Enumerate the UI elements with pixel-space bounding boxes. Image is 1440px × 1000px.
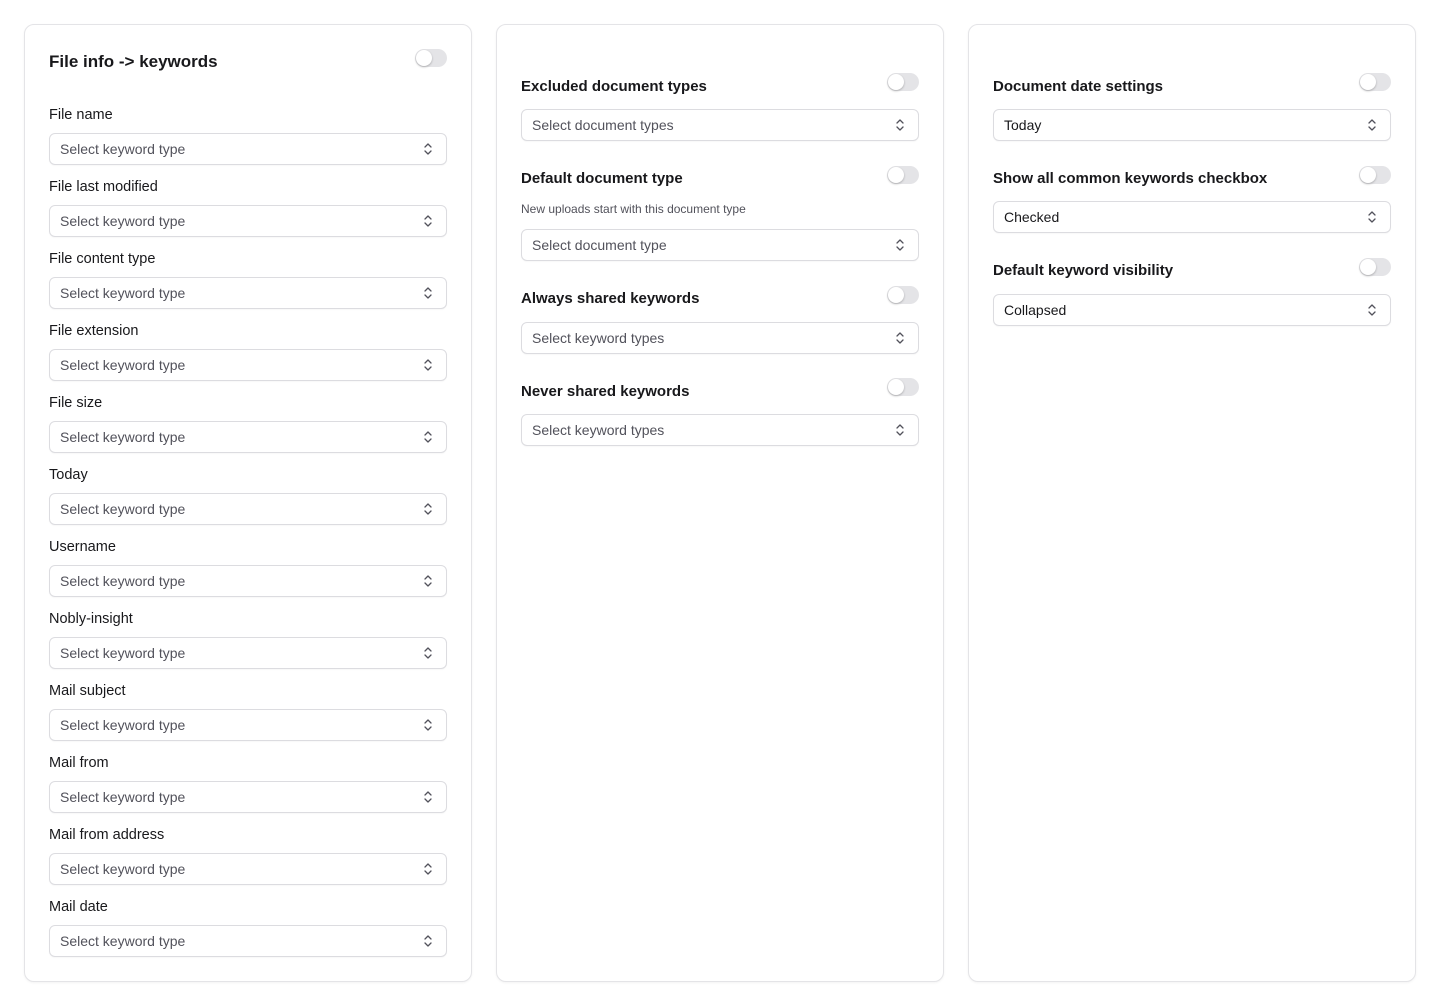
- chevron-up-down-icon: [424, 575, 432, 587]
- field-label-mail-subject: Mail subject: [49, 683, 126, 699]
- file-content-type-select[interactable]: Select keyword type: [49, 277, 447, 309]
- default-keyword-visibility-select[interactable]: Collapsed: [993, 294, 1391, 326]
- section-title-never-shared-keywords: Never shared keywords: [521, 383, 690, 400]
- mail-from-select[interactable]: Select keyword type: [49, 781, 447, 813]
- show-all-common-keywords-checkbox-toggle[interactable]: [1359, 166, 1391, 184]
- file-size-select[interactable]: Select keyword type: [49, 421, 447, 453]
- never-shared-keywords-select[interactable]: Select keyword types: [521, 414, 919, 446]
- section-title-excluded-document-types: Excluded document types: [521, 78, 707, 95]
- select-value: Select keyword type: [60, 141, 186, 157]
- file-info-keywords-card: File info -> keywords File name Select k…: [24, 24, 472, 982]
- chevron-up-down-icon: [424, 647, 432, 659]
- chevron-up-down-icon: [896, 119, 904, 131]
- always-shared-keywords-select[interactable]: Select keyword types: [521, 322, 919, 354]
- excluded-document-types-toggle[interactable]: [887, 73, 919, 91]
- chevron-up-down-icon: [424, 935, 432, 947]
- excluded-document-types-select[interactable]: Select document types: [521, 109, 919, 141]
- chevron-up-down-icon: [896, 239, 904, 251]
- select-value: Collapsed: [1004, 302, 1067, 318]
- chevron-up-down-icon: [424, 359, 432, 371]
- chevron-up-down-icon: [424, 287, 432, 299]
- select-value: Today: [1004, 117, 1042, 133]
- document-date-settings-toggle[interactable]: [1359, 73, 1391, 91]
- section-title-show-all-common-keywords-checkbox: Show all common keywords checkbox: [993, 170, 1268, 187]
- chevron-up-down-icon: [424, 215, 432, 227]
- field-label-file-extension: File extension: [49, 323, 139, 339]
- section-title-default-document-type: Default document type: [521, 170, 683, 187]
- select-value: Select keyword type: [60, 501, 186, 517]
- chevron-up-down-icon: [424, 863, 432, 875]
- default-keyword-visibility-toggle[interactable]: [1359, 258, 1391, 276]
- chevron-up-down-icon: [1368, 211, 1376, 223]
- toggle-knob: [1360, 74, 1376, 90]
- select-value: Select keyword type: [60, 717, 186, 733]
- select-value: Select keyword type: [60, 213, 186, 229]
- mail-date-select[interactable]: Select keyword type: [49, 925, 447, 957]
- section-title-always-shared-keywords: Always shared keywords: [521, 290, 700, 307]
- toggle-knob: [888, 74, 904, 90]
- field-label-mail-from-address: Mail from address: [49, 827, 165, 843]
- username-select[interactable]: Select keyword type: [49, 565, 447, 597]
- file-info-keywords-toggle[interactable]: [415, 49, 447, 67]
- toggle-knob: [888, 287, 904, 303]
- select-value: Checked: [1004, 209, 1060, 225]
- toggle-knob: [1360, 167, 1376, 183]
- select-value: Select document type: [532, 237, 667, 253]
- field-label-file-size: File size: [49, 395, 103, 411]
- document-types-card: Excluded document types Select document …: [496, 24, 944, 982]
- mail-from-address-select[interactable]: Select keyword type: [49, 853, 447, 885]
- select-value: Select keyword type: [60, 429, 186, 445]
- card-title: File info -> keywords: [49, 52, 218, 71]
- chevron-up-down-icon: [424, 431, 432, 443]
- default-document-type-select[interactable]: Select document type: [521, 229, 919, 261]
- select-value: Select keyword type: [60, 285, 186, 301]
- chevron-up-down-icon: [424, 503, 432, 515]
- document-date-settings-select[interactable]: Today: [993, 109, 1391, 141]
- field-label-today: Today: [49, 467, 88, 483]
- toggle-knob: [888, 167, 904, 183]
- file-extension-select[interactable]: Select keyword type: [49, 349, 447, 381]
- select-value: Select keyword type: [60, 357, 186, 373]
- select-value: Select keyword types: [532, 330, 665, 346]
- field-label-username: Username: [49, 539, 116, 555]
- field-label-file-last-modified: File last modified: [49, 179, 158, 195]
- chevron-up-down-icon: [424, 143, 432, 155]
- field-label-mail-from: Mail from: [49, 755, 109, 771]
- today-select[interactable]: Select keyword type: [49, 493, 447, 525]
- select-value: Select keyword type: [60, 861, 186, 877]
- chevron-up-down-icon: [896, 424, 904, 436]
- chevron-up-down-icon: [896, 332, 904, 344]
- select-value: Select keyword type: [60, 789, 186, 805]
- toggle-knob: [1360, 259, 1376, 275]
- chevron-up-down-icon: [1368, 304, 1376, 316]
- field-label-file-name: File name: [49, 107, 113, 123]
- toggle-knob: [416, 50, 432, 66]
- toggle-knob: [888, 379, 904, 395]
- select-value: Select keyword types: [532, 422, 665, 438]
- field-label-mail-date: Mail date: [49, 899, 108, 915]
- always-shared-keywords-toggle[interactable]: [887, 286, 919, 304]
- chevron-up-down-icon: [424, 719, 432, 731]
- show-all-common-keywords-checkbox-select[interactable]: Checked: [993, 201, 1391, 233]
- select-value: Select document types: [532, 117, 674, 133]
- select-value: Select keyword type: [60, 573, 186, 589]
- section-title-default-keyword-visibility: Default keyword visibility: [993, 262, 1174, 279]
- file-name-select[interactable]: Select keyword type: [49, 133, 447, 165]
- select-value: Select keyword type: [60, 645, 186, 661]
- file-last-modified-select[interactable]: Select keyword type: [49, 205, 447, 237]
- field-label-nobly-insight: Nobly-insight: [49, 611, 133, 627]
- never-shared-keywords-toggle[interactable]: [887, 378, 919, 396]
- select-value: Select keyword type: [60, 933, 186, 949]
- document-settings-card: Document date settings Today Show all co…: [968, 24, 1416, 982]
- default-document-type-toggle[interactable]: [887, 166, 919, 184]
- mail-subject-select[interactable]: Select keyword type: [49, 709, 447, 741]
- section-title-document-date-settings: Document date settings: [993, 78, 1164, 95]
- default-document-type-description: New uploads start with this document typ…: [521, 202, 746, 216]
- chevron-up-down-icon: [1368, 119, 1376, 131]
- field-label-file-content-type: File content type: [49, 251, 156, 267]
- chevron-up-down-icon: [424, 791, 432, 803]
- nobly-insight-select[interactable]: Select keyword type: [49, 637, 447, 669]
